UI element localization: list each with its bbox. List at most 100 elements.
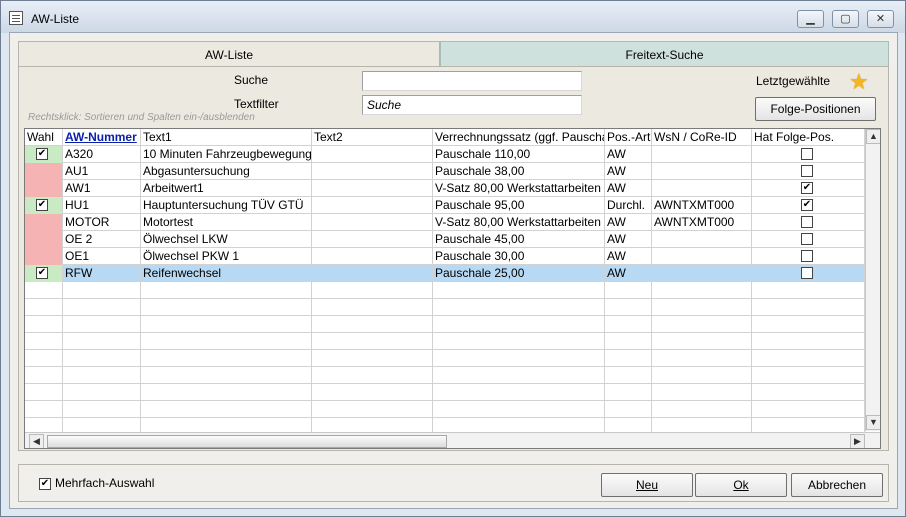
empty-cell[interactable] xyxy=(141,282,312,299)
empty-cell[interactable] xyxy=(141,316,312,333)
horizontal-scrollbar[interactable]: ◀ ▶ xyxy=(25,432,880,448)
empty-cell[interactable] xyxy=(752,299,865,316)
empty-cell[interactable] xyxy=(605,333,652,350)
table-row[interactable] xyxy=(25,367,865,384)
grid-cell-text2[interactable] xyxy=(312,163,433,180)
grid-cell-text1[interactable]: Ölwechsel PKW 1 xyxy=(141,248,312,265)
folge-cell[interactable] xyxy=(752,231,865,248)
col-wahl[interactable]: Wahl xyxy=(25,129,63,145)
grid-cell-satz[interactable]: Pauschale 95,00 xyxy=(433,197,605,214)
table-row[interactable]: OE1 Ölwechsel PKW 1 Pauschale 30,00 AW xyxy=(25,248,865,265)
grid-cell-nr[interactable]: OE 2 xyxy=(63,231,141,248)
wahl-checkbox[interactable]: ✔ xyxy=(36,267,48,279)
empty-cell[interactable] xyxy=(25,333,63,350)
hat-folge-checkbox[interactable] xyxy=(801,267,813,279)
grid-cell-satz[interactable]: Pauschale 38,00 xyxy=(433,163,605,180)
scroll-up-icon[interactable]: ▲ xyxy=(866,129,880,144)
grid-cell-nr[interactable]: MOTOR xyxy=(63,214,141,231)
neu-button[interactable]: Neu xyxy=(601,473,693,497)
empty-cell[interactable] xyxy=(141,333,312,350)
grid-cell-wsn[interactable] xyxy=(652,248,752,265)
table-row[interactable]: AU1 Abgasuntersuchung Pauschale 38,00 AW xyxy=(25,163,865,180)
star-icon[interactable]: ★ xyxy=(849,71,869,93)
wahl-cell[interactable] xyxy=(25,248,63,265)
table-row[interactable]: AW1 Arbeitwert1 V-Satz 80,00 Werkstattarbe… xyxy=(25,180,865,197)
table-row[interactable] xyxy=(25,401,865,418)
wahl-checkbox[interactable]: ✔ xyxy=(36,148,48,160)
folge-cell[interactable] xyxy=(752,265,865,282)
empty-cell[interactable] xyxy=(25,316,63,333)
hat-folge-checkbox[interactable] xyxy=(801,165,813,177)
col-wsn-core-id[interactable]: WsN / CoRe-ID xyxy=(652,129,752,145)
grid-cell-art[interactable]: AW xyxy=(605,265,652,282)
col-verrechnungssatz[interactable]: Verrechnungssatz (ggf. Pauschale) xyxy=(433,129,605,145)
grid-cell-nr[interactable]: HU1 xyxy=(63,197,141,214)
empty-cell[interactable] xyxy=(652,401,752,418)
grid-cell-satz[interactable]: Pauschale 45,00 xyxy=(433,231,605,248)
grid-cell-art[interactable]: AW xyxy=(605,180,652,197)
empty-cell[interactable] xyxy=(312,316,433,333)
empty-cell[interactable] xyxy=(433,282,605,299)
wahl-cell[interactable]: ✔ xyxy=(25,265,63,282)
empty-cell[interactable] xyxy=(433,384,605,401)
grid-cell-nr[interactable]: AW1 xyxy=(63,180,141,197)
ok-button[interactable]: Ok xyxy=(695,473,787,497)
grid-cell-text1[interactable]: Ölwechsel LKW xyxy=(141,231,312,248)
empty-cell[interactable] xyxy=(141,299,312,316)
grid-cell-nr[interactable]: OE1 xyxy=(63,248,141,265)
table-row[interactable]: MOTOR Motortest V-Satz 80,00 Werkstattarbe… xyxy=(25,214,865,231)
hat-folge-checkbox[interactable] xyxy=(801,216,813,228)
empty-cell[interactable] xyxy=(752,333,865,350)
mehrfach-auswahl-checkbox[interactable]: ✔ xyxy=(39,478,51,490)
wahl-checkbox[interactable]: ✔ xyxy=(36,199,48,211)
grid-cell-wsn[interactable] xyxy=(652,265,752,282)
wahl-cell[interactable]: ✔ xyxy=(25,146,63,163)
empty-cell[interactable] xyxy=(312,401,433,418)
grid-cell-wsn[interactable] xyxy=(652,231,752,248)
table-row[interactable]: ✔ A320 10 Minuten Fahrzeugbewegung Pauschal… xyxy=(25,146,865,163)
empty-cell[interactable] xyxy=(312,299,433,316)
grid-cell-art[interactable]: AW xyxy=(605,163,652,180)
scroll-right-icon[interactable]: ▶ xyxy=(850,434,865,448)
empty-cell[interactable] xyxy=(652,367,752,384)
empty-cell[interactable] xyxy=(312,333,433,350)
empty-cell[interactable] xyxy=(63,299,141,316)
hat-folge-checkbox[interactable]: ✔ xyxy=(801,199,813,211)
grid-cell-nr[interactable]: AU1 xyxy=(63,163,141,180)
empty-cell[interactable] xyxy=(312,282,433,299)
grid-cell-art[interactable]: AW xyxy=(605,214,652,231)
empty-cell[interactable] xyxy=(752,316,865,333)
col-aw-nummer[interactable]: AW-Nummer xyxy=(63,129,141,145)
grid-cell-text2[interactable] xyxy=(312,265,433,282)
hat-folge-checkbox[interactable] xyxy=(801,233,813,245)
grid-cell-text2[interactable] xyxy=(312,146,433,163)
empty-cell[interactable] xyxy=(652,333,752,350)
table-row[interactable] xyxy=(25,333,865,350)
empty-cell[interactable] xyxy=(605,316,652,333)
folge-cell[interactable]: ✔ xyxy=(752,197,865,214)
grid-cell-text2[interactable] xyxy=(312,248,433,265)
empty-cell[interactable] xyxy=(25,401,63,418)
empty-cell[interactable] xyxy=(433,316,605,333)
folge-cell[interactable] xyxy=(752,248,865,265)
grid-cell-art[interactable]: Durchl. xyxy=(605,197,652,214)
title-bar[interactable]: AW-Liste ▁ ▢ ✕ xyxy=(1,1,905,33)
empty-cell[interactable] xyxy=(63,401,141,418)
empty-cell[interactable] xyxy=(652,350,752,367)
table-row[interactable]: ✔ RFW Reifenwechsel Pauschale 25,00 AW xyxy=(25,265,865,282)
empty-cell[interactable] xyxy=(605,299,652,316)
grid-cell-text2[interactable] xyxy=(312,231,433,248)
grid-cell-text2[interactable] xyxy=(312,214,433,231)
empty-cell[interactable] xyxy=(25,282,63,299)
empty-cell[interactable] xyxy=(312,384,433,401)
empty-cell[interactable] xyxy=(63,333,141,350)
scroll-left-icon[interactable]: ◀ xyxy=(29,434,44,448)
empty-cell[interactable] xyxy=(752,384,865,401)
empty-cell[interactable] xyxy=(141,350,312,367)
table-row[interactable] xyxy=(25,282,865,299)
grid-cell-art[interactable]: AW xyxy=(605,231,652,248)
minimize-button[interactable]: ▁ xyxy=(797,10,824,28)
grid-cell-satz[interactable]: Pauschale 25,00 xyxy=(433,265,605,282)
grid-cell-satz[interactable]: V-Satz 80,00 Werkstattarbeiten xyxy=(433,214,605,231)
grid-cell-text1[interactable]: Reifenwechsel xyxy=(141,265,312,282)
